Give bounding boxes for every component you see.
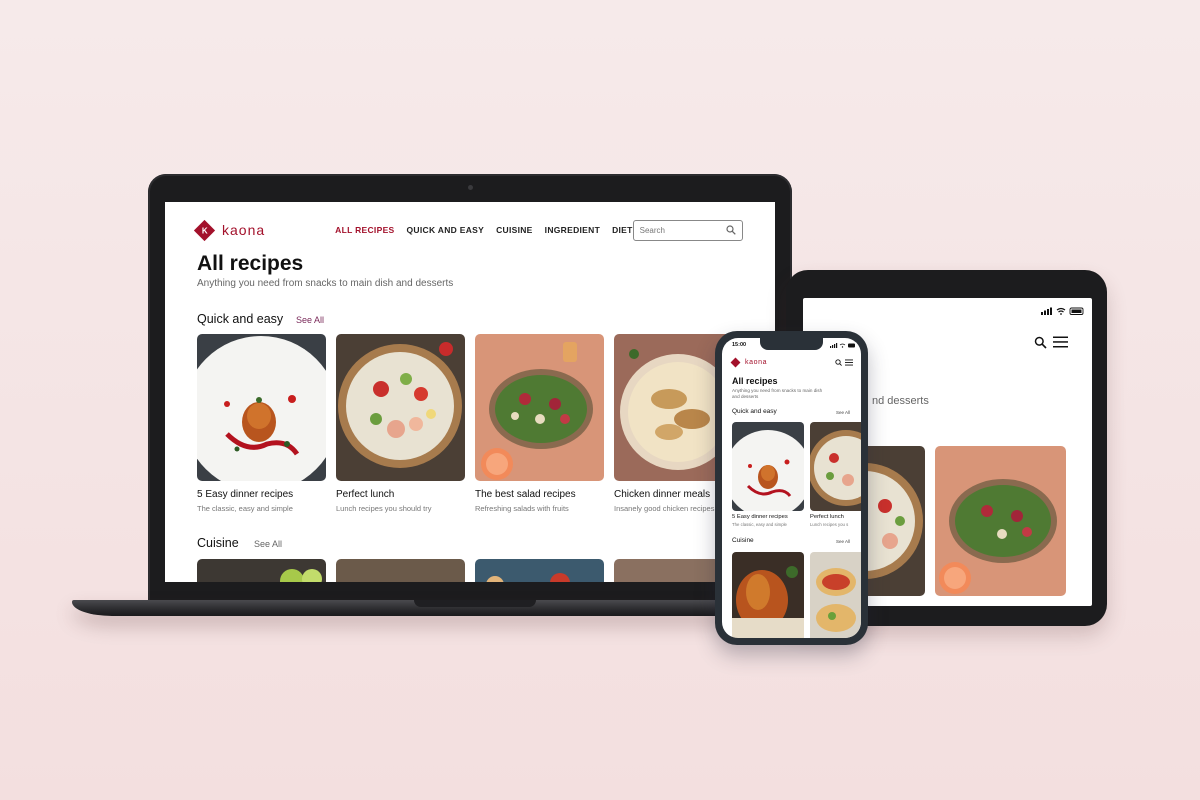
recipe-image-pasta (197, 334, 326, 481)
nav-cuisine[interactable]: CUISINE (496, 225, 533, 235)
page-subtitle: Anything you need from snacks to main di… (197, 278, 454, 289)
recipe-card-title: 5 Easy dinner recipes (732, 514, 788, 520)
nav-ingredient[interactable]: INGREDIENT (545, 225, 600, 235)
desktop-menu: ALL RECIPES QUICK AND EASY CUISINE INGRE… (335, 225, 632, 235)
recipe-card-subtitle: Lunch recipes you s (810, 522, 849, 527)
brand-name: kaona (222, 222, 266, 238)
recipe-card-title: Perfect lunch (810, 514, 844, 520)
recipe-card-title: Perfect lunch (336, 489, 395, 500)
recipe-image-lunch-bowl[interactable] (810, 422, 861, 511)
page-subtitle-line2: and desserts (732, 394, 759, 400)
hamburger-menu-icon[interactable] (845, 359, 853, 366)
nav-diet[interactable]: DIET (612, 225, 633, 235)
search-icon[interactable] (726, 225, 736, 235)
see-all-link-quick-and-easy[interactable]: See All (296, 315, 324, 325)
status-bar-icons (1041, 307, 1084, 315)
logo-diamond-icon: K (193, 219, 216, 241)
cuisine-image[interactable] (336, 559, 465, 582)
laptop-trackpad-notch (414, 600, 536, 607)
recipe-image-lunch-bowl (336, 334, 465, 481)
phone-notch (760, 338, 823, 350)
brand-logo[interactable]: K kaona (193, 219, 266, 241)
recipe-image-pasta[interactable] (732, 422, 804, 511)
cuisine-image[interactable] (810, 552, 861, 638)
recipe-image-salad (475, 334, 604, 481)
phone-device: 15:00 kaona All recipes Anything you nee… (715, 331, 868, 645)
phone-screen: 15:00 kaona All recipes Anything you nee… (722, 338, 861, 638)
see-all-link-cuisine[interactable]: See All (254, 539, 282, 549)
page-title: All recipes (732, 376, 778, 386)
recipe-card[interactable]: 5 Easy dinner recipes The classic, easy … (197, 334, 326, 513)
recipe-card[interactable]: Perfect lunch Lunch recipes you should t… (336, 334, 465, 513)
page-title: All recipes (197, 252, 304, 275)
recipe-card-subtitle: The classic, easy and simple (732, 522, 787, 527)
recipe-card-subtitle: Refreshing salads with fruits (475, 504, 569, 513)
recipe-card-subtitle: Lunch recipes you should try (336, 504, 432, 513)
page-subtitle-line1: Anything you need from snacks to main di… (732, 388, 823, 393)
laptop-device: K kaona ALL RECIPES QUICK AND EASY CUISI… (148, 174, 792, 604)
section-title-quick-and-easy: Quick and easy (197, 312, 284, 326)
recipe-card-title: The best salad recipes (475, 489, 576, 500)
search-input[interactable]: Search (632, 219, 743, 241)
section-title-quick-and-easy: Quick and easy (732, 408, 777, 415)
page-subtitle: Anything you need from snacks to main di… (732, 388, 822, 400)
logo-initial: K (201, 225, 208, 235)
cuisine-image[interactable] (732, 552, 804, 638)
desktop-screen: K kaona ALL RECIPES QUICK AND EASY CUISI… (165, 202, 775, 582)
cuisine-image[interactable] (475, 559, 604, 582)
section-title-cuisine: Cuisine (732, 537, 754, 544)
recipe-image-salad[interactable] (935, 446, 1066, 596)
brand-name: kaona (745, 359, 768, 366)
hamburger-menu-icon[interactable] (1053, 336, 1068, 348)
nav-all-recipes[interactable]: ALL RECIPES (335, 225, 394, 235)
logo-diamond-icon (730, 357, 741, 368)
recipe-card[interactable]: The best salad recipes Refreshing salads… (475, 334, 604, 513)
see-all-link-quick-and-easy[interactable]: See All (836, 410, 850, 415)
section-title-cuisine: Cuisine (197, 536, 239, 550)
search-icon[interactable] (835, 359, 842, 366)
camera-icon (468, 185, 473, 190)
desktop-navbar: K kaona ALL RECIPES QUICK AND EASY CUISI… (193, 218, 743, 242)
cuisine-image[interactable] (197, 559, 326, 582)
status-time: 15:00 (732, 342, 747, 348)
see-all-link-cuisine[interactable]: See All (836, 539, 850, 544)
status-bar-icons (830, 343, 855, 348)
recipe-image-lunch-bowl[interactable] (865, 446, 925, 596)
page-subtitle: nd desserts (872, 395, 929, 407)
nav-quick-and-easy[interactable]: QUICK AND EASY (407, 225, 485, 235)
recipe-card-title: 5 Easy dinner recipes (197, 489, 294, 500)
recipe-card-subtitle: The classic, easy and simple (197, 504, 293, 513)
search-placeholder: Search (639, 225, 665, 235)
brand-logo[interactable]: kaona (730, 357, 768, 368)
search-icon[interactable] (1034, 336, 1047, 349)
